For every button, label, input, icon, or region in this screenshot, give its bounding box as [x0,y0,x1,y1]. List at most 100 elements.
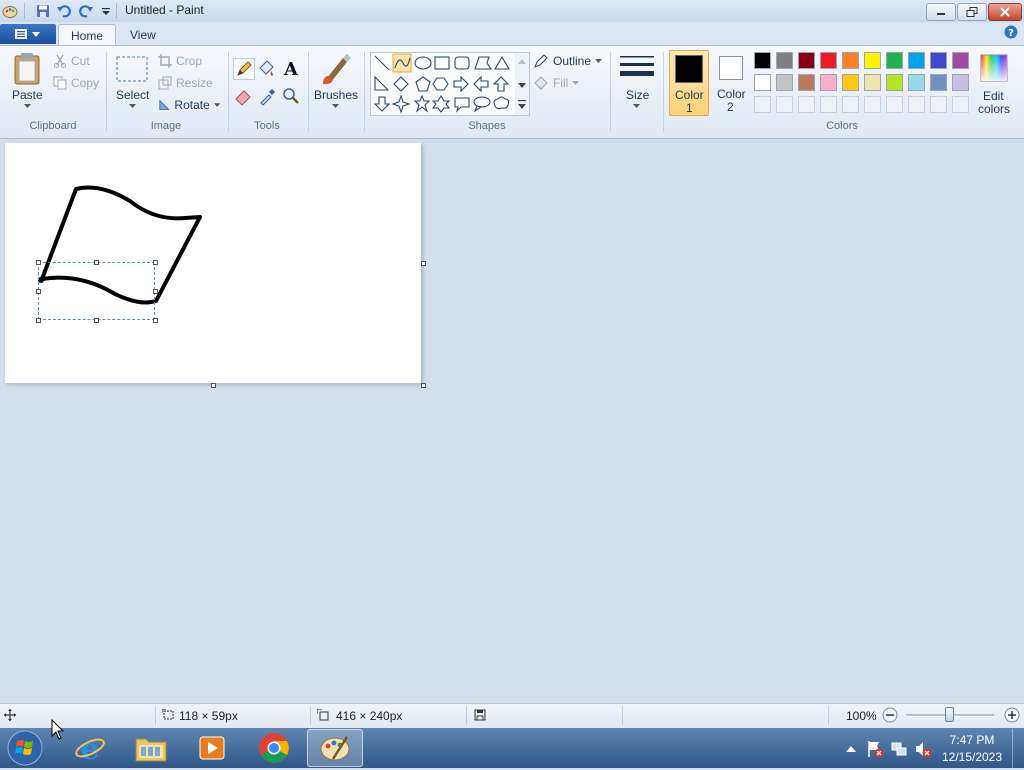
canvas-resize-handle-bottom[interactable] [211,383,216,388]
palette-empty-swatch[interactable] [820,96,837,113]
paint-app-icon[interactable] [2,3,18,19]
cloud-callout-shape[interactable] [493,96,510,110]
undo-icon[interactable] [56,3,72,19]
palette-color-swatch[interactable] [886,74,903,91]
close-button[interactable] [988,3,1022,21]
shapes-scrollbar[interactable] [515,53,529,115]
magnifier-tool[interactable] [281,86,301,106]
palette-color-swatch[interactable] [886,52,903,69]
curve-shape[interactable] [392,53,412,73]
network-icon[interactable] [890,740,908,761]
palette-color-swatch[interactable] [930,74,947,91]
edit-colors-button[interactable]: Edit colors [976,52,1012,116]
restore-button[interactable] [957,3,987,21]
paint-menu-button[interactable] [0,24,56,44]
palette-color-swatch[interactable] [798,74,815,91]
palette-empty-swatch[interactable] [864,96,881,113]
selection-handle[interactable] [153,318,158,323]
action-center-icon[interactable] [866,740,884,761]
color1-button[interactable]: Color 1 [669,50,709,116]
four-point-star-shape[interactable] [391,94,411,114]
down-arrow-shape[interactable] [373,96,391,112]
color-picker-tool[interactable] [257,86,277,106]
six-point-star-shape[interactable] [431,94,451,113]
polygon-shape[interactable] [474,56,493,70]
fill-button[interactable]: Fill [533,75,585,91]
copy-button[interactable]: Copy [53,75,105,91]
palette-empty-swatch[interactable] [798,96,815,113]
taskbar-chrome[interactable] [246,729,302,767]
tab-home[interactable]: Home [58,24,117,46]
selection-rectangle[interactable] [38,262,155,320]
text-tool[interactable]: A [281,58,301,80]
selection-handle[interactable] [36,318,41,323]
selection-handle[interactable] [36,260,41,265]
show-hidden-icons-button[interactable] [846,742,856,756]
minimize-button[interactable] [926,3,956,21]
right-triangle-shape[interactable] [374,75,390,91]
palette-color-swatch[interactable] [820,74,837,91]
zoom-slider-thumb[interactable] [945,707,954,722]
selection-handle[interactable] [153,289,158,294]
selection-handle[interactable] [153,260,158,265]
palette-color-swatch[interactable] [776,74,793,91]
palette-empty-swatch[interactable] [908,96,925,113]
eraser-tool[interactable] [233,86,253,106]
selection-handle[interactable] [94,318,99,323]
hexagon-shape[interactable] [432,77,449,91]
palette-empty-swatch[interactable] [842,96,859,113]
palette-color-swatch[interactable] [864,74,881,91]
palette-empty-swatch[interactable] [886,96,903,113]
taskbar-internet-explorer[interactable]: e [62,729,118,767]
taskbar-media-player[interactable] [184,729,240,767]
size-button[interactable]: Size [617,52,657,114]
palette-empty-swatch[interactable] [754,96,771,113]
diamond-shape[interactable] [393,76,409,92]
rotate-button[interactable]: Rotate [158,97,220,113]
selection-handle[interactable] [36,289,41,294]
rounded-rectangle-shape[interactable] [454,56,470,70]
cut-button[interactable]: Cut [53,53,103,69]
volume-icon[interactable] [914,740,932,761]
help-icon[interactable]: ? [1004,25,1018,42]
taskbar-file-explorer[interactable] [123,729,179,767]
palette-color-swatch[interactable] [908,52,925,69]
select-button[interactable]: Select [114,52,150,114]
zoom-in-button[interactable] [1004,707,1020,726]
oval-shape[interactable] [414,56,432,70]
palette-color-swatch[interactable] [930,52,947,69]
resize-button[interactable]: Resize [158,75,214,91]
palette-color-swatch[interactable] [754,74,771,91]
palette-color-swatch[interactable] [754,52,771,69]
canvas-resize-handle-corner[interactable] [421,383,426,388]
palette-color-swatch[interactable] [842,74,859,91]
palette-color-swatch[interactable] [776,52,793,69]
show-desktop-button[interactable] [1012,729,1024,768]
clock-date[interactable]: 12/15/2023 [940,750,1004,764]
palette-empty-swatch[interactable] [776,96,793,113]
brushes-button[interactable]: Brushes [313,52,359,114]
right-arrow-shape[interactable] [453,75,469,93]
five-point-star-shape[interactable] [413,94,431,113]
taskbar-paint[interactable] [307,729,363,767]
palette-color-swatch[interactable] [952,52,969,69]
palette-color-swatch[interactable] [952,74,969,91]
palette-color-swatch[interactable] [798,52,815,69]
canvas-resize-handle-right[interactable] [421,261,426,266]
line-shape[interactable] [374,55,390,71]
redo-icon[interactable] [78,3,94,19]
clock-time[interactable]: 7:47 PM [944,733,1000,747]
rectangle-shape[interactable] [434,56,450,70]
palette-color-swatch[interactable] [820,52,837,69]
crop-button[interactable]: Crop [158,53,208,69]
color2-button[interactable]: Color 2 [712,50,752,116]
pentagon-shape[interactable] [415,76,431,92]
up-arrow-shape[interactable] [492,76,510,92]
palette-empty-swatch[interactable] [952,96,969,113]
triangle-shape[interactable] [494,55,510,70]
save-icon[interactable] [35,3,51,19]
outline-button[interactable]: Outline [533,53,605,69]
palette-empty-swatch[interactable] [930,96,947,113]
paste-button[interactable]: Paste [8,52,48,114]
rounded-callout-shape[interactable] [454,97,470,113]
